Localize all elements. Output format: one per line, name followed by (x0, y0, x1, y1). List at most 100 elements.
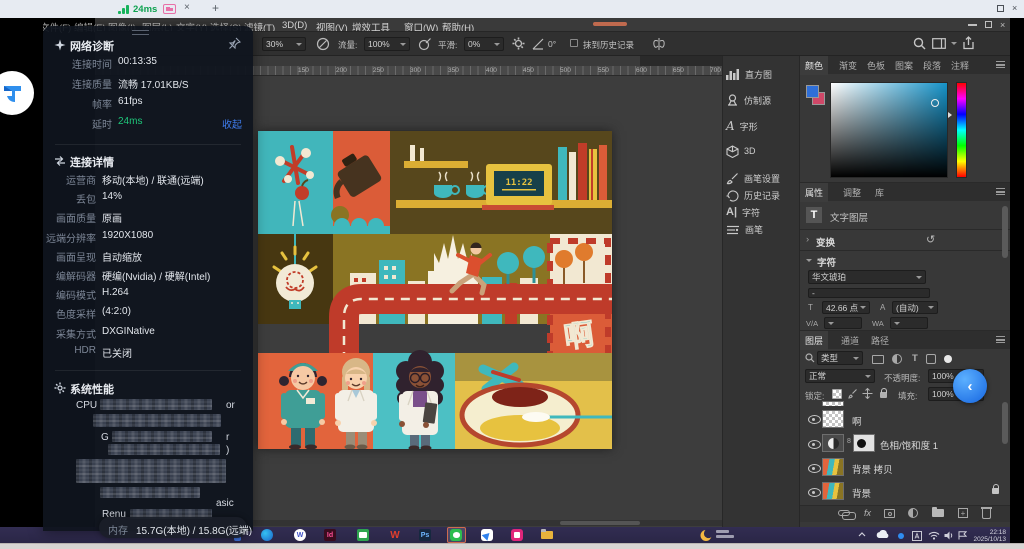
lock-all-icon[interactable] (880, 392, 887, 398)
reset-icon[interactable]: ↺ (926, 233, 935, 246)
blend-mode-combo[interactable]: 正常 (805, 369, 875, 383)
chevron-down-icon[interactable] (806, 259, 812, 262)
tab-notes[interactable]: 注释 (946, 56, 974, 75)
hue-slider[interactable] (956, 82, 967, 178)
mail-icon[interactable] (357, 529, 369, 541)
transform-section-label[interactable]: 变换 (816, 235, 835, 249)
tab-paragraph[interactable]: 段落 (918, 56, 946, 75)
todesk-floating-ball[interactable] (0, 71, 34, 115)
lock-transparency-icon[interactable] (832, 389, 842, 399)
tab-layers[interactable]: 图层 (800, 331, 828, 350)
tab-paths[interactable]: 路径 (866, 331, 894, 350)
properties-scrollbar[interactable] (1002, 206, 1008, 258)
canvas-artwork[interactable]: 11:22 (258, 131, 612, 449)
airbrush-icon[interactable] (418, 37, 432, 51)
brush-opacity-combo[interactable]: 30% (262, 37, 306, 51)
new-group-icon[interactable] (932, 509, 944, 517)
panel-menu-icon[interactable] (996, 336, 1005, 343)
todesk-icon[interactable] (481, 529, 493, 541)
tab-adjustments[interactable]: 调整 (838, 183, 866, 202)
panel-menu-icon[interactable] (996, 61, 1005, 68)
volume-icon[interactable] (944, 531, 954, 540)
layer-thumbnail[interactable] (822, 458, 844, 476)
layer-name[interactable]: 啊 (852, 414, 862, 428)
tab-color[interactable]: 颜色 (800, 56, 828, 75)
filter-pixel-layers-icon[interactable] (872, 355, 884, 364)
angle-value[interactable]: 0° (548, 39, 556, 49)
delete-layer-icon[interactable] (982, 509, 991, 519)
layer-name[interactable]: 色相/饱和度 1 (880, 438, 938, 452)
flow-combo[interactable]: 100% (364, 37, 410, 51)
visibility-eye-icon[interactable] (808, 462, 821, 473)
visibility-eye-icon[interactable] (808, 413, 821, 424)
erase-history-checkbox[interactable] (570, 39, 578, 47)
expander-icon[interactable]: › (806, 234, 809, 245)
layer-filter-combo[interactable]: 类型 (817, 351, 863, 365)
dock-histogram[interactable]: 直方图 (726, 64, 798, 84)
tab-gradients[interactable]: 渐变 (834, 56, 862, 75)
color-field-marker[interactable] (931, 99, 939, 107)
link-layers-icon[interactable] (838, 510, 850, 516)
tray-expand-icon[interactable] (858, 532, 866, 537)
layer-thumbnail[interactable] (822, 482, 844, 500)
tab-patterns[interactable]: 图案 (890, 56, 918, 75)
clock-time[interactable]: 22:18 (970, 529, 1006, 536)
font-family-combo[interactable]: 华文琥珀 (808, 270, 926, 284)
sidebar-collapse-ball[interactable]: ‹ (953, 369, 987, 403)
smoothing-combo[interactable]: 0% (464, 37, 504, 51)
hscrollbar-thumb[interactable] (560, 521, 640, 525)
layer-mask-thumbnail[interactable] (853, 434, 875, 452)
tab-swatches[interactable]: 色板 (862, 56, 890, 75)
visibility-eye-icon[interactable] (808, 486, 821, 497)
indesign-icon[interactable]: Id (324, 529, 336, 541)
adjustment-layer-thumbnail[interactable] (822, 434, 844, 452)
wechat-icon[interactable] (450, 529, 462, 541)
dock-glyphs[interactable]: A字形 (726, 116, 798, 136)
symmetry-icon[interactable] (652, 37, 666, 51)
filter-type-layers-icon[interactable]: T (912, 353, 918, 364)
overlay-drag-handle[interactable] (132, 30, 149, 35)
layer-name[interactable]: 背景 拷贝 (852, 462, 893, 476)
word-app-icon[interactable]: W (294, 529, 306, 541)
tray-dot-icon[interactable] (898, 533, 904, 539)
layer-thumbnail[interactable] (822, 410, 844, 428)
filter-shape-layers-icon[interactable] (926, 354, 936, 364)
leading-combo[interactable]: (自动) (892, 301, 938, 314)
layers-scrollbar[interactable] (1002, 402, 1008, 444)
lock-pixels-icon[interactable] (848, 388, 858, 399)
pink-app-icon[interactable] (511, 529, 523, 541)
window-maximize-icon[interactable] (997, 5, 1004, 12)
share-icon[interactable] (962, 36, 975, 50)
filter-adjustment-layers-icon[interactable] (892, 354, 902, 364)
panel-menu-icon[interactable] (996, 188, 1005, 195)
font-size-combo[interactable]: 42.66 点 (822, 301, 870, 314)
lock-position-icon[interactable] (862, 388, 873, 399)
ps-close-icon[interactable]: × (1000, 20, 1005, 30)
tab-properties[interactable]: 属性 (800, 183, 828, 202)
new-tab-button[interactable]: + (212, 1, 219, 15)
tracking-combo[interactable] (890, 317, 928, 329)
window-close-icon[interactable]: × (1012, 3, 1017, 13)
wifi-icon[interactable] (928, 531, 940, 540)
tab-channels[interactable]: 通道 (836, 331, 864, 350)
tab-libraries[interactable]: 库 (870, 183, 889, 202)
add-mask-icon[interactable] (884, 509, 895, 518)
pressure-opacity-icon[interactable] (316, 37, 330, 51)
foreground-color-swatch[interactable] (806, 85, 819, 98)
ps-restore-icon[interactable] (985, 21, 992, 28)
character-section-label[interactable]: 字符 (817, 255, 836, 269)
filter-smart-objects-icon[interactable] (944, 355, 952, 363)
search-icon[interactable] (913, 37, 926, 50)
file-explorer-icon[interactable] (541, 529, 553, 541)
workspace-icon[interactable] (932, 38, 946, 49)
tab-close-icon[interactable]: × (184, 2, 190, 13)
wps-icon[interactable]: W (389, 529, 401, 541)
ps-minimize-icon[interactable] (968, 24, 977, 26)
layer-effects-icon[interactable]: fx (864, 508, 871, 518)
dock-brushes[interactable]: 画笔 (726, 219, 798, 239)
pin-icon[interactable] (228, 37, 241, 50)
gear-icon[interactable] (512, 37, 525, 50)
new-adjustment-layer-icon[interactable] (908, 508, 918, 518)
pip-badge-icon[interactable] (163, 4, 176, 14)
visibility-eye-icon[interactable] (808, 438, 821, 449)
